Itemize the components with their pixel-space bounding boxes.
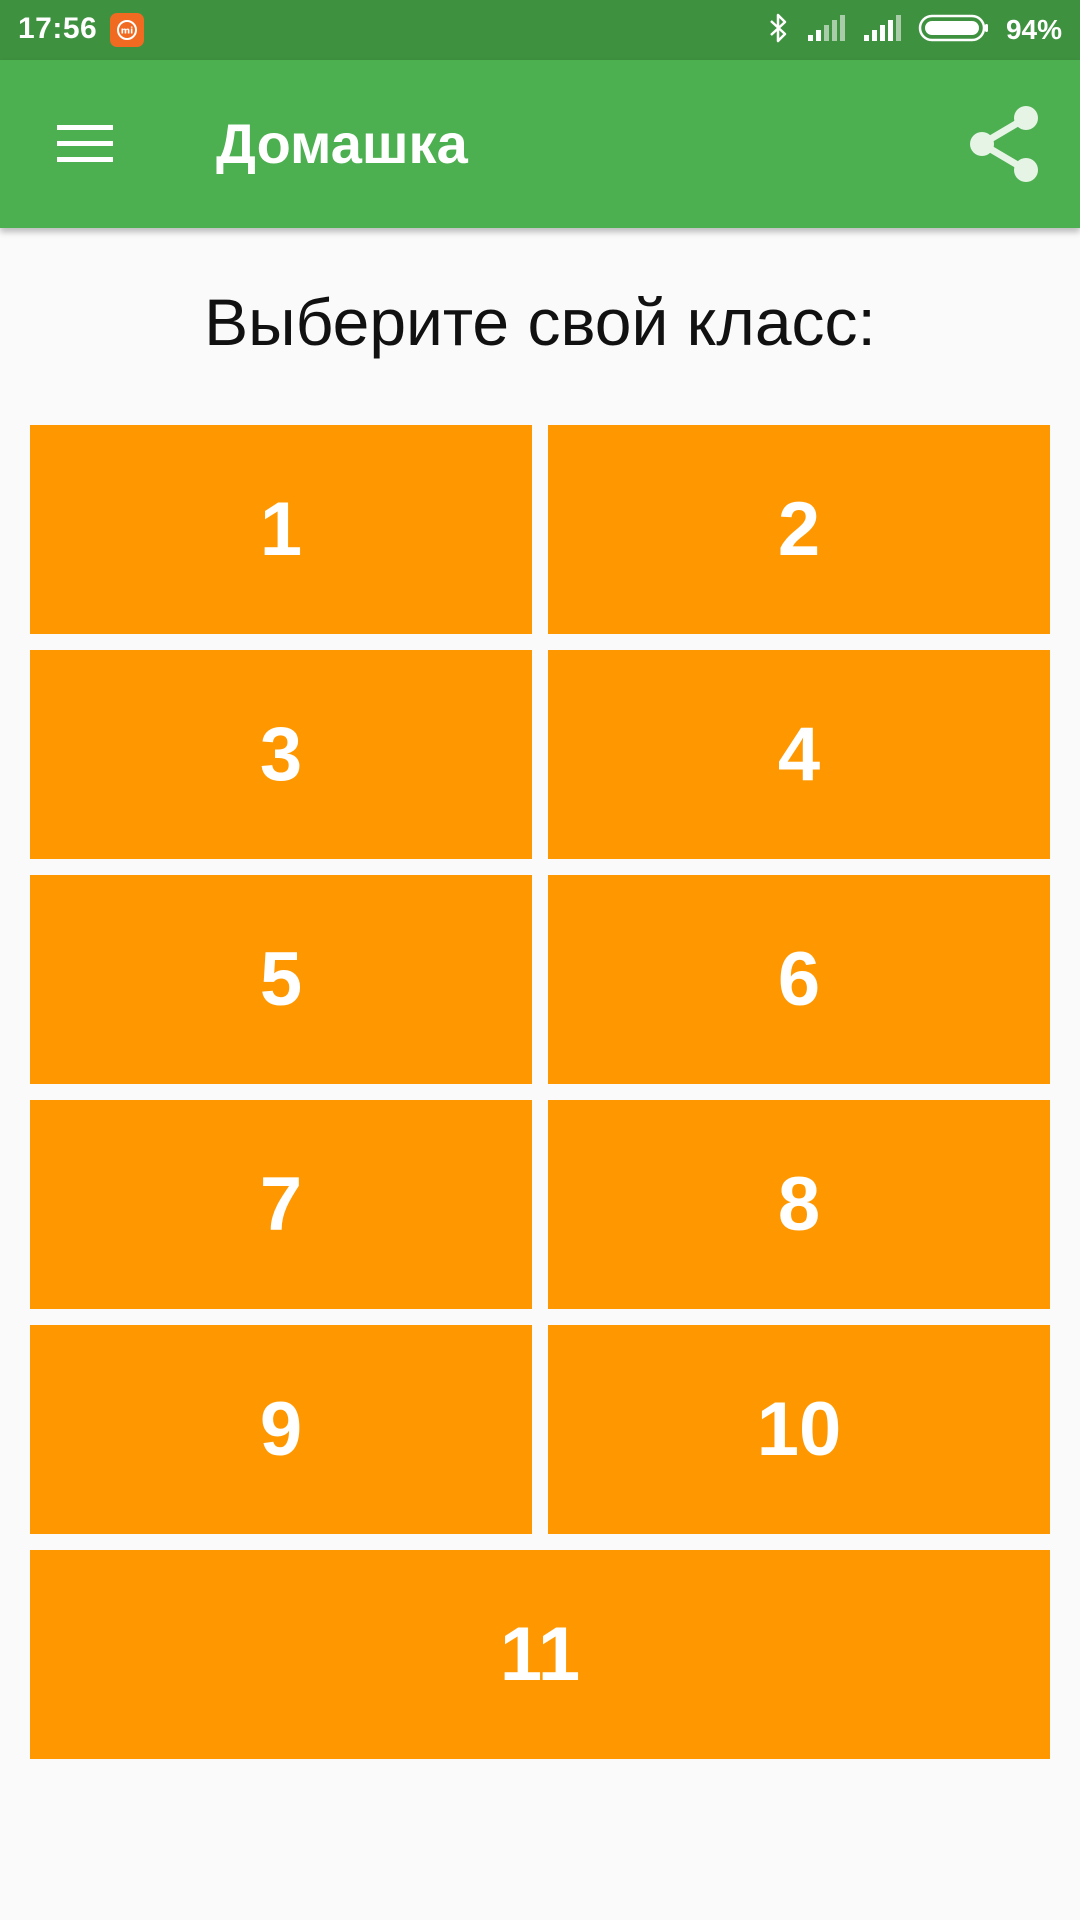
class-button-3[interactable]: 3 xyxy=(30,650,532,859)
class-select-prompt: Выберите свой класс: xyxy=(204,285,876,359)
svg-text:mi: mi xyxy=(121,27,133,37)
hamburger-menu-icon xyxy=(57,125,113,162)
class-button-11[interactable]: 11 xyxy=(30,1550,1050,1759)
class-button-1[interactable]: 1 xyxy=(30,425,532,634)
class-button-2[interactable]: 2 xyxy=(548,425,1050,634)
class-button-8[interactable]: 8 xyxy=(548,1100,1050,1309)
share-button[interactable] xyxy=(958,98,1050,190)
mi-icon: mi xyxy=(110,13,144,47)
signal-icon xyxy=(806,13,846,48)
class-button-5[interactable]: 5 xyxy=(30,875,532,1084)
bluetooth-icon xyxy=(768,12,790,49)
battery-percent: 94% xyxy=(1005,14,1062,45)
class-button-4[interactable]: 4 xyxy=(548,650,1050,859)
menu-button[interactable] xyxy=(40,104,130,184)
app-title: Домашка xyxy=(216,112,468,175)
status-icons: 94% xyxy=(752,0,1062,60)
class-button-9[interactable]: 9 xyxy=(30,1325,532,1534)
class-grid: 1 2 3 4 5 6 7 8 9 10 11 xyxy=(30,425,1050,1759)
signal-icon xyxy=(862,13,902,48)
app-bar: Домашка xyxy=(0,60,1080,228)
status-time: 17:56 xyxy=(18,12,98,45)
class-button-6[interactable]: 6 xyxy=(548,875,1050,1084)
class-button-7[interactable]: 7 xyxy=(30,1100,532,1309)
share-icon xyxy=(970,106,1038,182)
status-bar: 17:56 mi 94% xyxy=(0,0,1080,60)
class-button-10[interactable]: 10 xyxy=(548,1325,1050,1534)
battery-icon xyxy=(918,13,990,48)
